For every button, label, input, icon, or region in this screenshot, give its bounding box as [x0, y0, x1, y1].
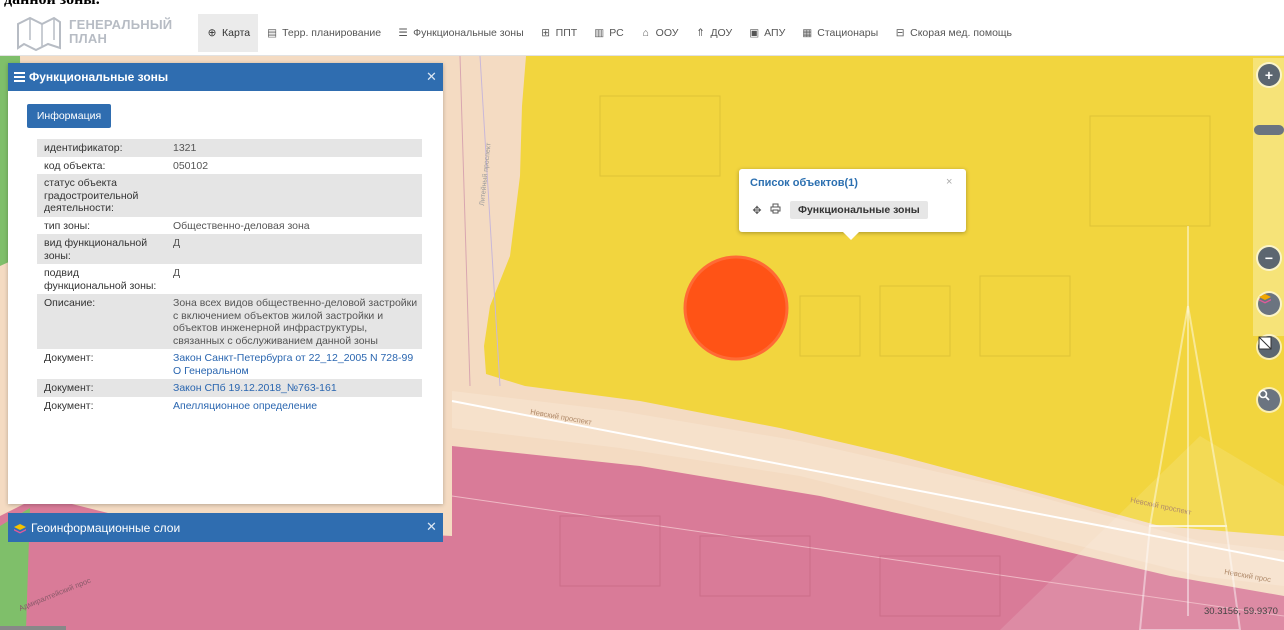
search-map-button[interactable] [1258, 389, 1280, 411]
panel-title: Геоинформационные слои [31, 520, 181, 535]
objects-popup: Список объектов(1) × ✥ Функциональные зо… [739, 169, 966, 240]
top-text-strip: данной зоны. [0, 0, 1284, 10]
geo-layers-panel-header[interactable]: Геоинформационные слои ✕ [8, 513, 443, 542]
property-value: Д [166, 234, 422, 264]
search-icon [1258, 389, 1270, 401]
move-icon[interactable]: ✥ [750, 204, 764, 217]
nav-item-label: ДОУ [710, 27, 733, 39]
nav-item-label: Функциональные зоны [413, 27, 524, 39]
list-icon: ☰ [398, 27, 408, 39]
table-row: тип зоны: Общественно-деловая зона [37, 217, 422, 235]
zoom-out-button[interactable]: − [1258, 247, 1280, 269]
print-icon[interactable] [768, 203, 782, 217]
app-logo[interactable]: ГЕНЕРАЛЬНЫЙ ПЛАН [16, 14, 186, 52]
nav-item-label: ООУ [655, 27, 679, 39]
nav-item-9[interactable]: ⊟ Скорая мед. помощь [886, 14, 1020, 52]
nav-item-0[interactable]: ⊕ Карта [198, 14, 259, 52]
popup-close-button[interactable]: × [946, 176, 952, 188]
app-header: ГЕНЕРАЛЬНЫЙ ПЛАН ⊕ Карта ▤ Терр. планирован… [0, 10, 1284, 56]
popup-object-chip[interactable]: Функциональные зоны [790, 201, 928, 219]
map-square-icon [1258, 336, 1272, 350]
property-key: Документ: [37, 379, 166, 397]
nav-item-label: ППТ [555, 27, 578, 39]
table-row: Документ: Закон Санкт-Петербурга от 22_12… [37, 349, 422, 379]
property-key: тип зоны: [44, 219, 91, 232]
property-key: статус объекта градостроительной деятель… [37, 174, 166, 217]
nav-item-8[interactable]: ▦ Стационары [793, 14, 886, 52]
grid-icon: ⊞ [541, 27, 551, 39]
layers-icon [14, 523, 26, 533]
document-link[interactable]: Закон СПб 19.12.2018_№763-161 [173, 382, 337, 394]
panel-close-button[interactable]: ✕ [426, 69, 437, 85]
ambulance-icon: ⊟ [895, 27, 905, 39]
property-value: Закон СПб 19.12.2018_№763-161 [166, 379, 422, 397]
property-value: 050102 [173, 159, 209, 172]
zoom-slider-handle[interactable] [1254, 125, 1284, 135]
property-value: Общественно-деловая зона [173, 219, 310, 232]
table-row: вид функциональной зоны: Д [37, 234, 422, 264]
panel-header[interactable]: Функциональные зоны ✕ [8, 63, 443, 91]
stray-text: данной зоны. [4, 0, 100, 9]
nav-item-label: Карта [222, 27, 251, 39]
nav-item-3[interactable]: ⊞ ППТ [532, 14, 586, 52]
info-tab-button[interactable]: Информация [27, 104, 111, 128]
nav-item-7[interactable]: ▣ АПУ [740, 14, 793, 52]
table-row: статус объекта градостроительной деятель… [37, 174, 422, 217]
main-nav: ⊕ Карта ▤ Терр. планирование ☰ Функциональные… [198, 14, 1020, 52]
panel-title: Функциональные зоны [29, 70, 169, 84]
nav-item-1[interactable]: ▤ Терр. планирование [258, 14, 389, 52]
document-link[interactable]: Апелляционное определение [173, 400, 317, 412]
table-row: код объекта: 050102 [37, 157, 422, 175]
basemap-button[interactable] [1258, 336, 1280, 358]
property-key: Описание: [37, 294, 166, 349]
nav-item-label: РС [609, 27, 624, 39]
scale-bar [0, 626, 66, 630]
layers-panel-close-button[interactable]: ✕ [426, 519, 437, 535]
nav-item-2[interactable]: ☰ Функциональные зоны [389, 14, 532, 52]
kindergarten-icon: ⇑ [696, 27, 705, 39]
nav-item-6[interactable]: ⇑ ДОУ [686, 14, 740, 52]
property-key: подвид функциональной зоны: [44, 267, 157, 292]
image-icon: ▣ [749, 27, 760, 39]
table-row: подвид функциональной зоны: Д [37, 264, 422, 294]
school-icon: ⌂ [642, 27, 649, 39]
property-value: Апелляционное определение [166, 397, 422, 415]
property-value: Закон Санкт-Петербурга от 22_12_2005 N 7… [166, 349, 422, 379]
zoom-in-button[interactable]: + [1258, 64, 1280, 86]
hospital-icon: ▦ [802, 27, 813, 39]
layers-icon [1259, 294, 1271, 304]
nav-item-label: Стационары [817, 27, 879, 39]
coordinates-readout: 30.3156, 59.9370 [1204, 606, 1278, 617]
table-row: Документ: Апелляционное определение [37, 397, 422, 415]
table-row: Документ: Закон СПб 19.12.2018_№763-161 [37, 379, 422, 397]
table-row: идентификатор: 1321 [37, 139, 422, 157]
table-row: Описание: Зона всех видов общественно-дел… [37, 294, 422, 349]
properties-table: идентификатор: 1321 код объекта: 050102 стат… [37, 139, 422, 414]
nav-item-4[interactable]: ▥ РС [585, 14, 631, 52]
logo-text: ГЕНЕРАЛЬНЫЙ ПЛАН [69, 17, 173, 46]
nav-item-5[interactable]: ⌂ ООУ [632, 14, 687, 52]
nav-item-label: Терр. планирование [282, 27, 382, 39]
property-key: Документ: [44, 352, 94, 364]
property-value [166, 174, 422, 217]
functional-zones-panel: Функциональные зоны ✕ Информация идентиф… [8, 63, 443, 504]
property-key: вид функциональной зоны: [37, 234, 166, 264]
building-icon: ▥ [594, 27, 605, 39]
globe-icon: ⊕ [207, 27, 217, 39]
document-icon: ▤ [267, 27, 278, 39]
document-link[interactable]: Закон Санкт-Петербурга от 22_12_2005 N 7… [173, 352, 413, 377]
menu-icon[interactable] [14, 70, 25, 84]
popup-item-row: ✥ Функциональные зоны [750, 201, 928, 219]
property-key: Документ: [44, 399, 94, 412]
popup-title: Список объектов(1) [750, 177, 858, 189]
property-value: Д [173, 267, 181, 279]
layers-toggle-button[interactable] [1258, 293, 1280, 315]
map-logo-icon [17, 16, 61, 52]
nav-item-label: Скорая мед. помощь [910, 27, 1013, 39]
property-key: идентификатор: [37, 139, 166, 157]
property-key: код объекта: [44, 159, 106, 172]
property-value: Зона всех видов общественно-деловой заст… [166, 294, 422, 349]
nav-item-label: АПУ [764, 27, 786, 39]
property-value: 1321 [166, 139, 422, 157]
